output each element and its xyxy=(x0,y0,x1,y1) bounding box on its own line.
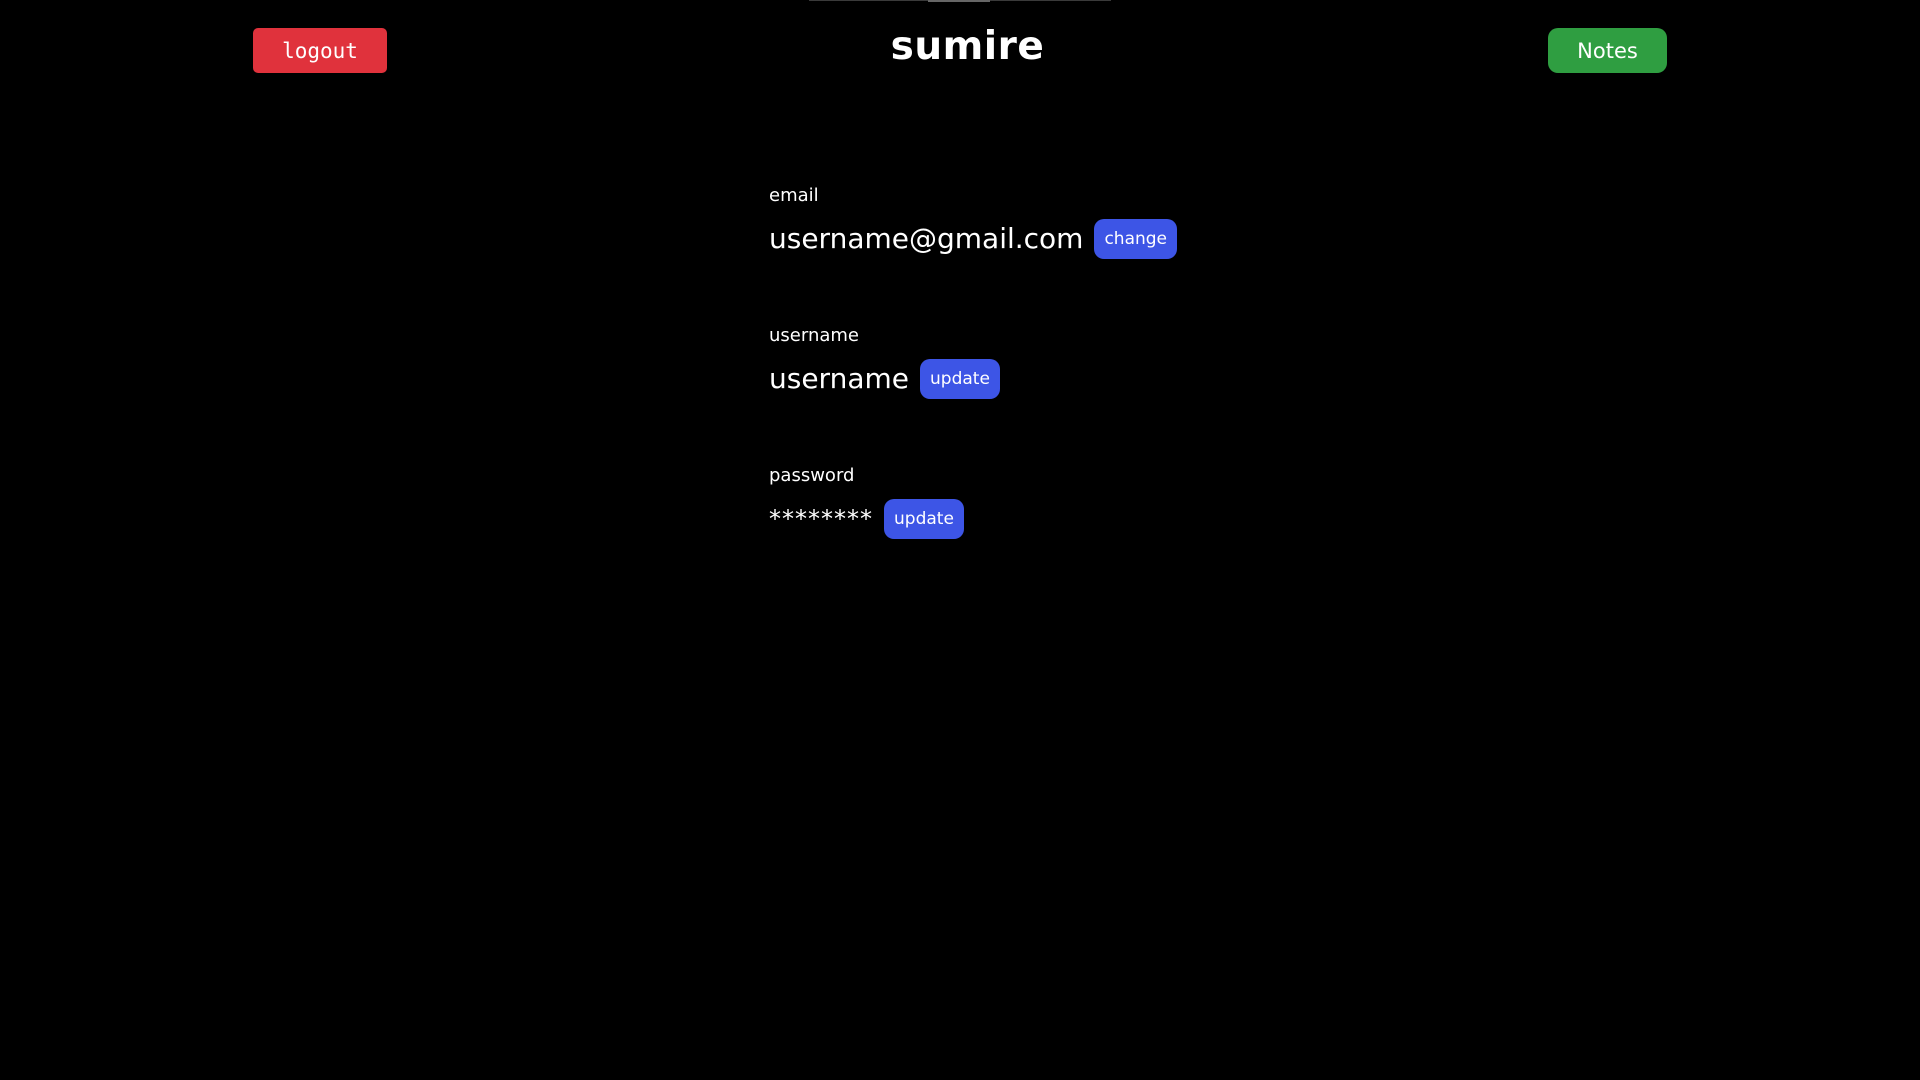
notes-button[interactable]: Notes xyxy=(1548,28,1667,73)
password-label: password xyxy=(769,465,855,486)
email-label: email xyxy=(769,185,819,206)
password-value: ******** xyxy=(769,505,873,533)
username-section: username username update xyxy=(769,321,1177,461)
email-section: email username@gmail.com change xyxy=(769,181,1178,321)
username-value: username xyxy=(769,362,909,395)
password-section: password ******** update xyxy=(769,461,1177,601)
account-settings: email username@gmail.com change username… xyxy=(769,181,1178,601)
username-label: username xyxy=(769,325,859,346)
email-value: username@gmail.com xyxy=(769,222,1084,255)
update-password-button[interactable]: update xyxy=(884,499,964,539)
change-email-button[interactable]: change xyxy=(1094,219,1178,259)
update-username-button[interactable]: update xyxy=(920,359,1000,399)
top-divider-highlight xyxy=(928,0,990,2)
username-row: username update xyxy=(769,359,1177,399)
email-row: username@gmail.com change xyxy=(769,219,1178,259)
password-row: ******** update xyxy=(769,499,1177,539)
